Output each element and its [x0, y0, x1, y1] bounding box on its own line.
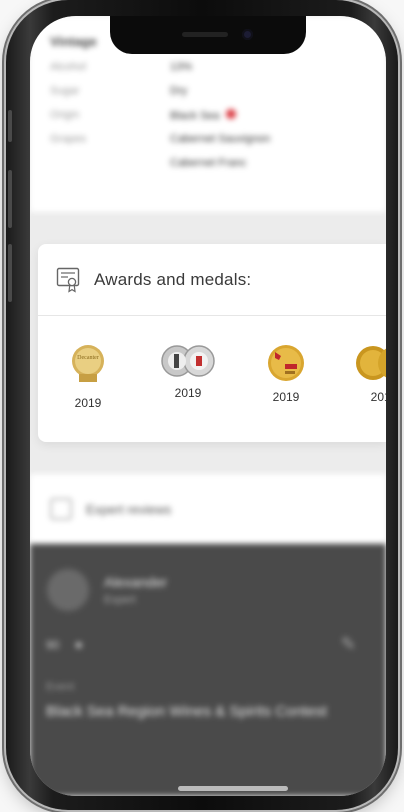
- phone-screen: Vintage Alcohol 13% Sugar Dry Origin Bla…: [30, 16, 386, 796]
- silver-medal-pair-icon: [161, 345, 215, 377]
- spec-row: Grapes Cabernet Sauvignon: [50, 133, 366, 157]
- spec-key: [50, 157, 170, 181]
- reviewer-header: Alexander Expert: [46, 568, 370, 612]
- spec-value: Black Sea: [170, 109, 236, 133]
- volume-up-button: [8, 170, 12, 228]
- spec-row: Origin Black Sea: [50, 109, 366, 133]
- reviewer-role: Expert: [104, 594, 136, 606]
- spec-row: Alcohol 13%: [50, 61, 366, 85]
- certificate-icon: [56, 267, 80, 293]
- gold-medal-icon: Decanter: [72, 345, 104, 382]
- medals-carousel[interactable]: Decanter 2019 2019 2019 20: [38, 316, 386, 442]
- event-name: Black Sea Region Wines & Spirits Contest: [46, 703, 327, 720]
- volume-down-button: [8, 244, 12, 302]
- reviewer-info: Alexander Expert: [104, 574, 167, 606]
- flag-icon: [225, 109, 236, 119]
- score-value: 90: [46, 637, 60, 652]
- spec-value: Cabernet Sauvignon: [170, 133, 271, 145]
- medal-year: 2019: [272, 390, 300, 404]
- mute-switch: [8, 110, 12, 142]
- home-indicator[interactable]: [178, 786, 288, 791]
- awards-header: Awards and medals:: [38, 244, 386, 316]
- review-panel: Alexander Expert 90 ★ ✎ Event Black Sea …: [30, 544, 386, 796]
- medal-year: 2019: [174, 386, 202, 400]
- spec-value-text: Black Sea: [170, 110, 220, 122]
- medal-year: 2019: [74, 396, 102, 410]
- medal-item[interactable]: 2019: [344, 344, 386, 404]
- spec-key: Alcohol: [50, 61, 87, 73]
- svg-text:Decanter: Decanter: [77, 355, 99, 361]
- expert-reviews-card[interactable]: Expert reviews: [30, 474, 386, 544]
- medal-item[interactable]: Decanter 2019: [48, 344, 128, 410]
- spec-key: Origin: [50, 109, 80, 121]
- spec-row: Cabernet Franc: [50, 157, 366, 181]
- phone-frame: Vintage Alcohol 13% Sugar Dry Origin Bla…: [6, 0, 398, 810]
- score-row: 90 ★ ✎: [46, 634, 370, 655]
- reviews-icon: [50, 498, 72, 520]
- awards-card: Awards and medals: Decanter 2019 2019 20…: [38, 244, 386, 442]
- speaker-icon: [182, 32, 228, 37]
- star-icon: ★: [73, 637, 85, 652]
- reviewer-name: Alexander: [104, 574, 168, 590]
- gold-medal-pair-icon: [356, 346, 386, 380]
- avatar: [46, 568, 90, 612]
- spec-value: Dry: [170, 85, 188, 97]
- medal-year: 2019: [370, 390, 386, 404]
- spec-value: 13%: [170, 61, 193, 73]
- expert-reviews-title: Expert reviews: [86, 501, 172, 517]
- gold-medal-icon: [268, 345, 304, 381]
- medal-item[interactable]: 2019: [246, 344, 326, 404]
- medal-item[interactable]: 2019: [148, 344, 228, 400]
- spec-row: Sugar Dry: [50, 85, 366, 109]
- awards-title: Awards and medals:: [94, 269, 252, 289]
- event-label: Event: [46, 681, 75, 693]
- notch: [110, 16, 306, 54]
- spec-value: Cabernet Franc: [170, 157, 247, 169]
- camera-icon: [242, 29, 253, 40]
- spec-key: Grapes: [50, 133, 87, 145]
- spec-key: Sugar: [50, 85, 80, 97]
- edit-icon[interactable]: ✎: [341, 634, 356, 655]
